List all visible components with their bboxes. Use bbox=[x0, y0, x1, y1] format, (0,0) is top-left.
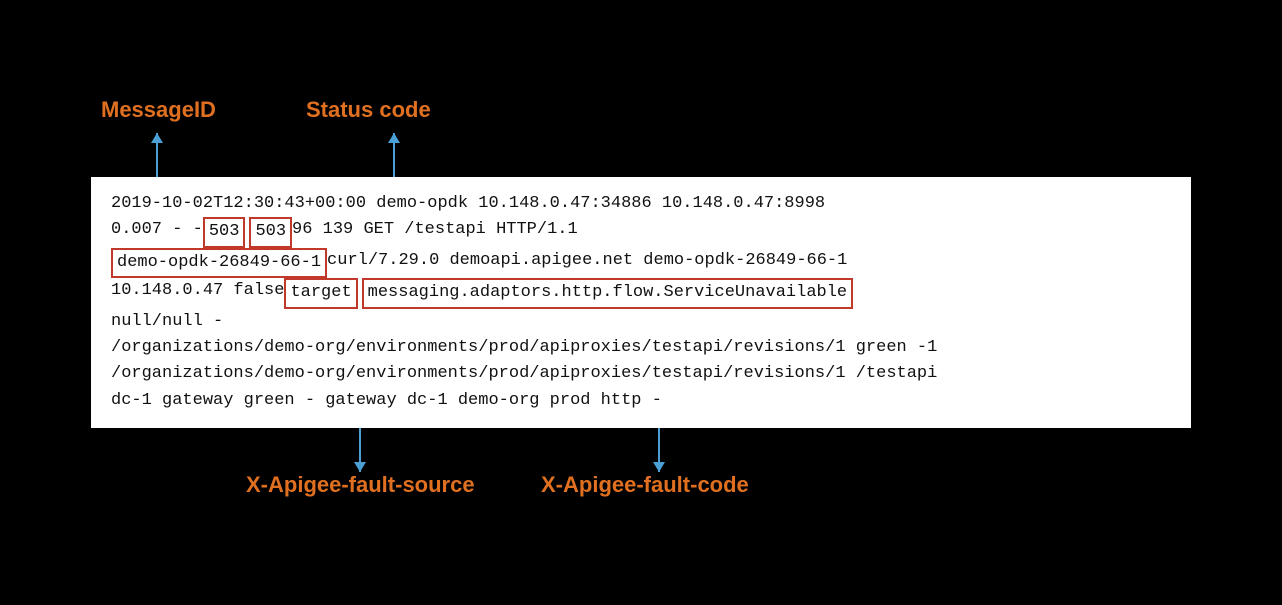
status-code-503b: 503 bbox=[249, 217, 292, 247]
log-line5-text: null/null - bbox=[111, 309, 223, 335]
log-line7-text: /organizations/demo-org/environments/pro… bbox=[111, 361, 937, 387]
log-line8-text: dc-1 gateway green - gateway dc-1 demo-o… bbox=[111, 388, 662, 414]
top-labels: MessageID Status code bbox=[91, 97, 1191, 177]
log-line2-post: 96 139 GET /testapi HTTP/1.1 bbox=[292, 217, 578, 247]
log-line1-text: 2019-10-02T12:30:43+00:00 demo-opdk 10.1… bbox=[111, 191, 825, 217]
arrow-fault-source bbox=[359, 428, 361, 472]
fault-code-highlighted: messaging.adaptors.http.flow.ServiceUnav… bbox=[362, 278, 853, 308]
log-line-5: null/null - bbox=[111, 309, 1171, 335]
label-statuscode: Status code bbox=[306, 97, 431, 123]
log-line3-post: curl/7.29.0 demoapi.apigee.net demo-opdk… bbox=[327, 248, 847, 278]
log-line-3: demo-opdk-26849-66-1 curl/7.29.0 demoapi… bbox=[111, 248, 1171, 278]
log-line-1: 2019-10-02T12:30:43+00:00 demo-opdk 10.1… bbox=[111, 191, 1171, 217]
log-line-7: /organizations/demo-org/environments/pro… bbox=[111, 361, 1171, 387]
arrow-fault-code bbox=[658, 428, 660, 472]
log-line-2: 0.007 - - 503 503 96 139 GET /testapi HT… bbox=[111, 217, 1171, 247]
log-line-6: /organizations/demo-org/environments/pro… bbox=[111, 335, 1171, 361]
label-fault-code: X-Apigee-fault-code bbox=[541, 472, 749, 498]
log-line2-pre: 0.007 - - bbox=[111, 217, 203, 247]
message-id-highlighted: demo-opdk-26849-66-1 bbox=[111, 248, 327, 278]
main-container: MessageID Status code 2019-10-02T12:30:4… bbox=[0, 0, 1282, 605]
log-line4-pre: 10.148.0.47 false bbox=[111, 278, 284, 308]
log-line-8: dc-1 gateway green - gateway dc-1 demo-o… bbox=[111, 388, 1171, 414]
status-code-503a: 503 bbox=[203, 217, 246, 247]
bottom-labels: X-Apigee-fault-source X-Apigee-fault-cod… bbox=[91, 428, 1191, 508]
label-messageid: MessageID bbox=[101, 97, 216, 123]
arrow-messageid bbox=[156, 133, 158, 177]
fault-source-highlighted: target bbox=[284, 278, 357, 308]
log-line-4: 10.148.0.47 false target messaging.adapt… bbox=[111, 278, 1171, 308]
log-line6-text: /organizations/demo-org/environments/pro… bbox=[111, 335, 937, 361]
label-fault-source: X-Apigee-fault-source bbox=[246, 472, 475, 498]
log-content-box: 2019-10-02T12:30:43+00:00 demo-opdk 10.1… bbox=[91, 177, 1191, 428]
arrow-statuscode bbox=[393, 133, 395, 177]
